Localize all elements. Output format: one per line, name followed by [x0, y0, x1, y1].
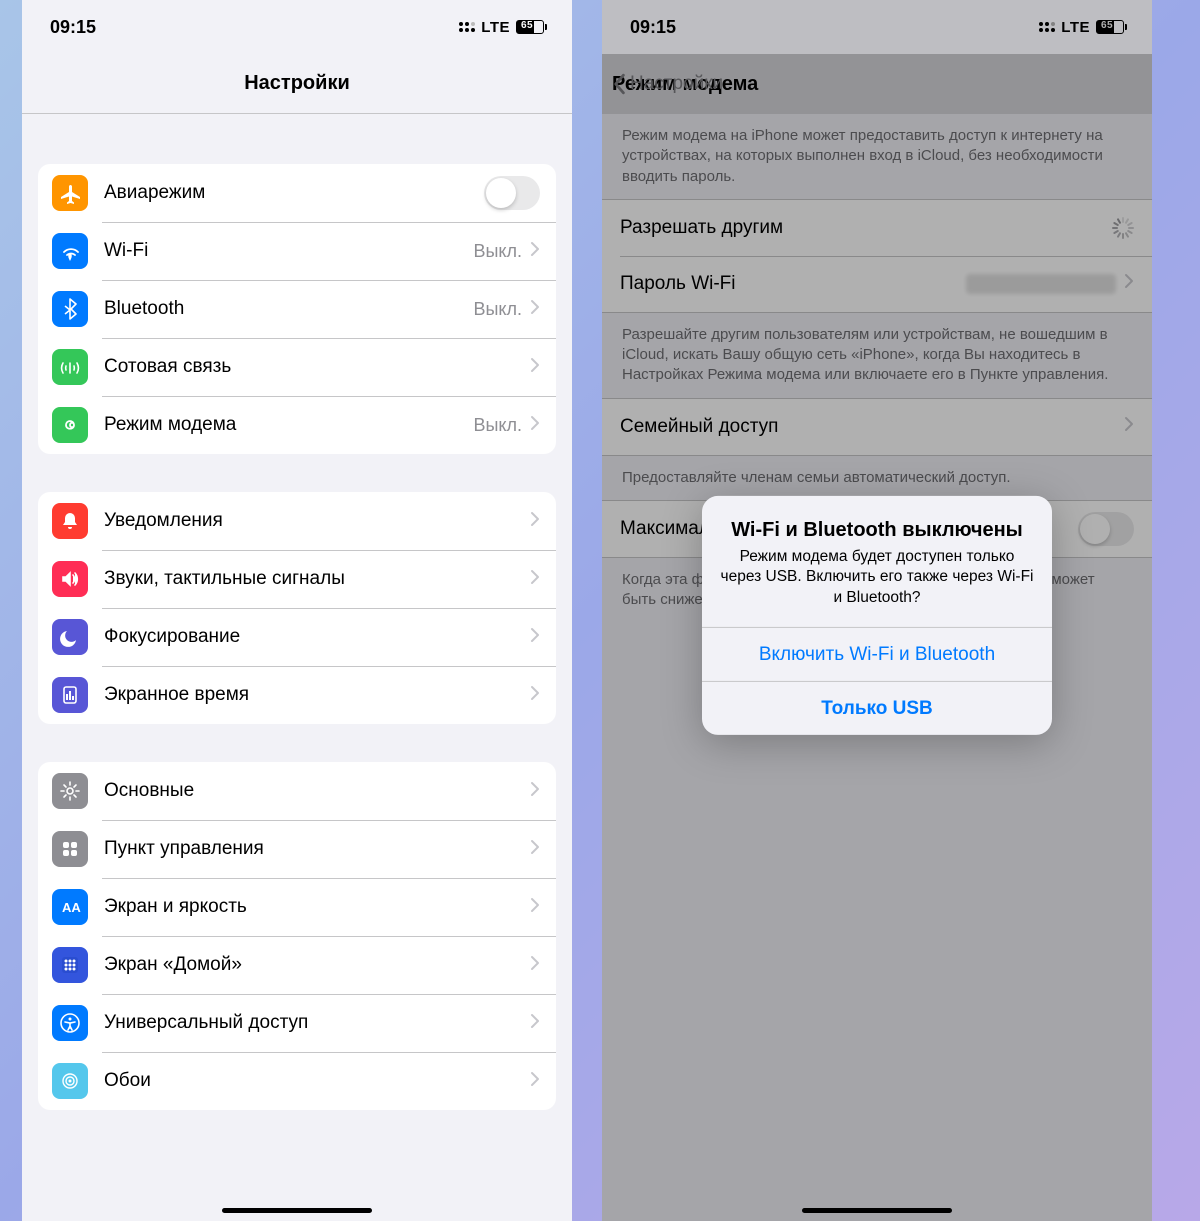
row-label: Экран «Домой» [104, 954, 530, 976]
navbar: Настройки [22, 54, 572, 114]
settings-row-homescreen[interactable]: Экран «Домой» [38, 936, 556, 994]
airplane-icon [52, 175, 88, 211]
row-value: Выкл. [473, 299, 522, 320]
page-title: Настройки [244, 72, 350, 95]
settings-row-cellular[interactable]: Сотовая связь [38, 338, 556, 396]
settings-row-airplane[interactable]: Авиарежим [38, 164, 556, 222]
accessibility-icon [52, 1005, 88, 1041]
settings-row-screentime[interactable]: Экранное время [38, 666, 556, 724]
settings-row-controlcenter[interactable]: Пункт управления [38, 820, 556, 878]
alert-message: Режим модема будет доступен только через… [720, 546, 1034, 609]
settings-screen: 09:15 LTE 65 Настройки АвиарежимWi-FiВык… [22, 0, 572, 1221]
chevron-right-icon [530, 569, 540, 590]
row-label: Основные [104, 780, 530, 802]
row-label: Wi-Fi [104, 240, 473, 262]
cellular-icon [52, 349, 88, 385]
chevron-right-icon [530, 241, 540, 262]
row-label: Звуки, тактильные сигналы [104, 568, 530, 590]
display-icon: AA [52, 889, 88, 925]
row-label: Универсальный доступ [104, 1012, 530, 1034]
row-label: Экранное время [104, 684, 530, 706]
settings-row-general[interactable]: Основные [38, 762, 556, 820]
toggle-switch[interactable] [484, 176, 540, 210]
row-value: Выкл. [473, 241, 522, 262]
chevron-right-icon [530, 1071, 540, 1092]
settings-row-display[interactable]: AA Экран и яркость [38, 878, 556, 936]
row-label: Авиарежим [104, 182, 484, 204]
alert-enable-button[interactable]: Включить Wi-Fi и Bluetooth [702, 627, 1052, 681]
chevron-right-icon [530, 781, 540, 802]
sounds-icon [52, 561, 88, 597]
wifi-icon [52, 233, 88, 269]
chevron-right-icon [530, 685, 540, 706]
row-label: Обои [104, 1070, 530, 1092]
settings-row-accessibility[interactable]: Универсальный доступ [38, 994, 556, 1052]
screentime-icon [52, 677, 88, 713]
alert-dialog: Wi-Fi и Bluetooth выключены Режим модема… [702, 495, 1052, 735]
row-label: Сотовая связь [104, 356, 530, 378]
hotspot-icon [52, 407, 88, 443]
battery-icon: 65 [516, 20, 544, 34]
clock: 09:15 [50, 17, 96, 38]
network-label: LTE [481, 19, 510, 36]
chevron-right-icon [530, 1013, 540, 1034]
status-bar: 09:15 LTE 65 [22, 0, 572, 54]
homescreen-icon [52, 947, 88, 983]
settings-row-focus[interactable]: Фокусирование [38, 608, 556, 666]
wallpaper-icon [52, 1063, 88, 1099]
settings-row-notifications[interactable]: Уведомления [38, 492, 556, 550]
row-label: Режим модема [104, 414, 473, 436]
alert-title: Wi-Fi и Bluetooth выключены [720, 517, 1034, 542]
chevron-right-icon [530, 627, 540, 648]
chevron-right-icon [530, 415, 540, 436]
bluetooth-icon [52, 291, 88, 327]
chevron-right-icon [530, 357, 540, 378]
row-label: Экран и яркость [104, 896, 530, 918]
home-indicator[interactable] [222, 1208, 372, 1213]
row-value: Выкл. [473, 415, 522, 436]
settings-row-wallpaper[interactable]: Обои [38, 1052, 556, 1110]
settings-row-bluetooth[interactable]: BluetoothВыкл. [38, 280, 556, 338]
chevron-right-icon [530, 897, 540, 918]
row-label: Bluetooth [104, 298, 473, 320]
controlcenter-icon [52, 831, 88, 867]
notifications-icon [52, 503, 88, 539]
row-label: Пункт управления [104, 838, 530, 860]
settings-row-wifi[interactable]: Wi-FiВыкл. [38, 222, 556, 280]
settings-row-hotspot[interactable]: Режим модемаВыкл. [38, 396, 556, 454]
chevron-right-icon [530, 955, 540, 976]
focus-icon [52, 619, 88, 655]
row-label: Фокусирование [104, 626, 530, 648]
chevron-right-icon [530, 299, 540, 320]
signal-icon [459, 22, 475, 32]
alert-usb-only-button[interactable]: Только USB [702, 681, 1052, 735]
settings-row-sounds[interactable]: Звуки, тактильные сигналы [38, 550, 556, 608]
general-icon [52, 773, 88, 809]
chevron-right-icon [530, 511, 540, 532]
hotspot-screen: 09:15 LTE 65 Настройки Режим модема Режи… [602, 0, 1152, 1221]
settings-list[interactable]: АвиарежимWi-FiВыкл.BluetoothВыкл.Сотовая… [22, 114, 572, 1221]
row-label: Уведомления [104, 510, 530, 532]
chevron-right-icon [530, 839, 540, 860]
svg-text:AA: AA [62, 900, 81, 915]
